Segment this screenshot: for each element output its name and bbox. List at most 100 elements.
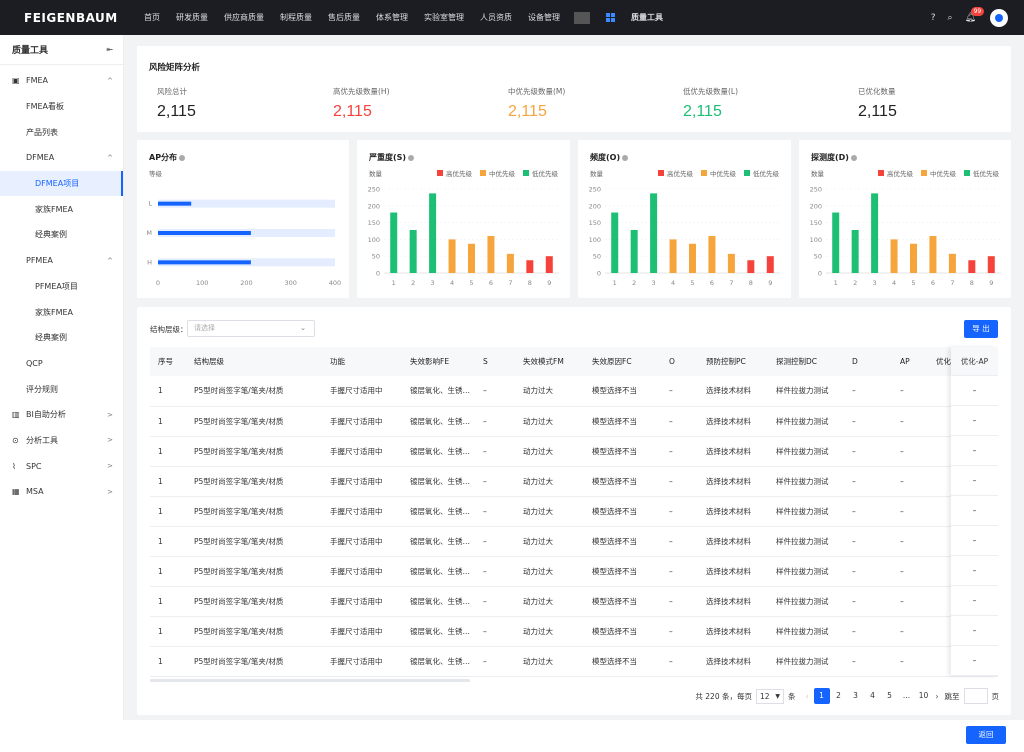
bar[interactable]: [468, 243, 475, 273]
sidebar-item[interactable]: ⊙ 分析工具 >: [0, 428, 123, 454]
bar[interactable]: [871, 193, 879, 273]
table-row[interactable]: 1 P5型时尚签字笔/笔夹/材质 手握尺寸适用中 镀层氧化、生锈… – 动力过大 模型选择不…: [150, 646, 998, 677]
sidebar-item[interactable]: PFMEA ^: [0, 248, 123, 274]
bar[interactable]: [390, 212, 398, 273]
nav-item[interactable]: 首页: [136, 12, 168, 23]
page-button[interactable]: ...: [899, 688, 915, 704]
column-header[interactable]: 失效影响FE: [402, 347, 475, 376]
page-size-select[interactable]: 12 ▼: [756, 688, 784, 704]
bar[interactable]: [890, 239, 898, 273]
sidebar-item[interactable]: ▣ FMEA ^: [0, 68, 123, 94]
sidebar-item[interactable]: PFMEA项目: [0, 274, 123, 300]
table-row[interactable]: 1 P5型时尚签字笔/笔夹/材质 手握尺寸适用中 镀层氧化、生锈… – 动力过大 模型选择不…: [150, 616, 998, 647]
table-row[interactable]: 1 P5型时尚签字笔/笔夹/材质 手握尺寸适用中 镀层氧化、生锈… – 动力过大 模型选择不…: [150, 496, 998, 527]
nav-item[interactable]: 制程质量: [272, 12, 320, 23]
sidebar-item[interactable]: DFMEA ^: [0, 145, 123, 171]
bar[interactable]: [747, 260, 755, 273]
table-row[interactable]: 1 P5型时尚签字笔/笔夹/材质 手握尺寸适用中 镀层氧化、生锈… – 动力过大 模型选择不…: [150, 526, 998, 557]
column-header[interactable]: S: [475, 347, 515, 376]
page-button[interactable]: 5: [882, 688, 898, 704]
structure-level-select[interactable]: 请选择 ⌄: [187, 320, 315, 337]
export-button[interactable]: 导 出: [964, 320, 998, 338]
bar[interactable]: [987, 256, 995, 273]
prev-page-icon[interactable]: ‹: [806, 692, 809, 701]
help-icon[interactable]: ?: [931, 13, 936, 23]
sidebar-item[interactable]: 评分规则: [0, 376, 123, 402]
sidebar-item[interactable]: 家族FMEA: [0, 299, 123, 325]
bar[interactable]: [851, 229, 859, 273]
sidebar-item[interactable]: 经典案例: [0, 222, 123, 248]
bar[interactable]: [727, 253, 735, 273]
bar[interactable]: [158, 260, 251, 265]
bar[interactable]: [968, 260, 976, 273]
column-header[interactable]: O: [661, 347, 698, 376]
nav-item[interactable]: 实验室管理: [416, 12, 472, 23]
sidebar-item[interactable]: 产品列表: [0, 119, 123, 145]
nav-active-module[interactable]: 质量工具: [590, 12, 679, 23]
avatar[interactable]: [990, 8, 1008, 27]
sidebar-item[interactable]: ⌇ SPC >: [0, 453, 123, 479]
nav-item[interactable]: 体系管理: [368, 12, 416, 23]
column-header[interactable]: 序号: [150, 347, 186, 376]
sidebar-item[interactable]: ▦ MSA >: [0, 479, 123, 505]
sidebar-item[interactable]: FMEA看板: [0, 94, 123, 120]
column-header[interactable]: 结构层级: [186, 347, 322, 376]
bar[interactable]: [429, 193, 437, 273]
bar[interactable]: [158, 201, 192, 206]
bar[interactable]: [669, 239, 677, 273]
column-header[interactable]: 探测控制DC: [768, 347, 844, 376]
bar[interactable]: [487, 236, 495, 273]
sidebar-item[interactable]: ▥ BI自助分析 >: [0, 402, 123, 428]
collapse-icon[interactable]: ⇤: [106, 45, 113, 54]
column-header[interactable]: 优化-AP: [951, 347, 998, 376]
bar[interactable]: [158, 231, 251, 235]
bar[interactable]: [708, 236, 716, 273]
bar[interactable]: [545, 256, 553, 273]
table-row[interactable]: 1 P5型时尚签字笔/笔夹/材质 手握尺寸适用中 镀层氧化、生锈… – 动力过大 模型选择不…: [150, 436, 998, 467]
sidebar-item[interactable]: QCP: [0, 351, 123, 377]
bar[interactable]: [506, 253, 514, 273]
bar[interactable]: [409, 229, 417, 273]
bar[interactable]: [448, 239, 456, 273]
column-header[interactable]: 失效模式FM: [515, 347, 584, 376]
sidebar-item[interactable]: 家族FMEA: [0, 196, 123, 222]
column-header[interactable]: AP: [892, 347, 928, 376]
back-button[interactable]: 返回: [966, 726, 1006, 744]
bar[interactable]: [766, 256, 774, 273]
search-icon[interactable]: ⌕: [948, 13, 953, 23]
nav-item[interactable]: 设备管理: [520, 12, 568, 23]
page-button[interactable]: 4: [865, 688, 881, 704]
column-header[interactable]: 预防控制PC: [698, 347, 768, 376]
next-page-icon[interactable]: ›: [936, 692, 939, 701]
bar[interactable]: [948, 253, 956, 273]
horizontal-scrollbar[interactable]: [150, 679, 470, 682]
nav-item[interactable]: 供应商质量: [216, 12, 272, 23]
table-row[interactable]: 1 P5型时尚签字笔/笔夹/材质 手握尺寸适用中 镀层氧化、生锈… – 动力过大 模型选择不…: [150, 466, 998, 497]
nav-item[interactable]: 人员资质: [472, 12, 520, 23]
page-button[interactable]: 3: [848, 688, 864, 704]
column-header[interactable]: 失效原因FC: [584, 347, 661, 376]
bar[interactable]: [650, 193, 658, 273]
bar[interactable]: [689, 243, 696, 273]
sidebar-item[interactable]: DFMEA项目: [0, 170, 123, 197]
page-button[interactable]: 10: [916, 688, 932, 704]
jump-input[interactable]: [963, 688, 988, 704]
bar[interactable]: [910, 243, 917, 273]
table-row[interactable]: 1 P5型时尚签字笔/笔夹/材质 手握尺寸适用中 镀层氧化、生锈… – 动力过大 模型选择不…: [150, 406, 998, 437]
sidebar-item[interactable]: 经典案例: [0, 325, 123, 351]
bar[interactable]: [630, 229, 638, 273]
column-header[interactable]: D: [844, 347, 892, 376]
nav-item[interactable]: 研发质量: [168, 12, 216, 23]
nav-item[interactable]: 售后质量: [320, 12, 368, 23]
bar[interactable]: [611, 212, 619, 273]
column-header[interactable]: 功能: [322, 347, 402, 376]
bell-icon[interactable]: 🔔︎ 99: [965, 6, 985, 23]
page-button[interactable]: 2: [831, 688, 847, 704]
page-button[interactable]: 1: [813, 688, 830, 704]
table-row[interactable]: 1 P5型时尚签字笔/笔夹/材质 手握尺寸适用中 镀层氧化、生锈… – 动力过大 模型选择不…: [150, 376, 998, 407]
table-row[interactable]: 1 P5型时尚签字笔/笔夹/材质 手握尺寸适用中 镀层氧化、生锈… – 动力过大 模型选择不…: [150, 586, 998, 617]
bar[interactable]: [832, 212, 840, 273]
bar[interactable]: [929, 236, 937, 273]
bar[interactable]: [526, 260, 534, 273]
table-row[interactable]: 1 P5型时尚签字笔/笔夹/材质 手握尺寸适用中 镀层氧化、生锈… – 动力过大 模型选择不…: [150, 556, 998, 587]
